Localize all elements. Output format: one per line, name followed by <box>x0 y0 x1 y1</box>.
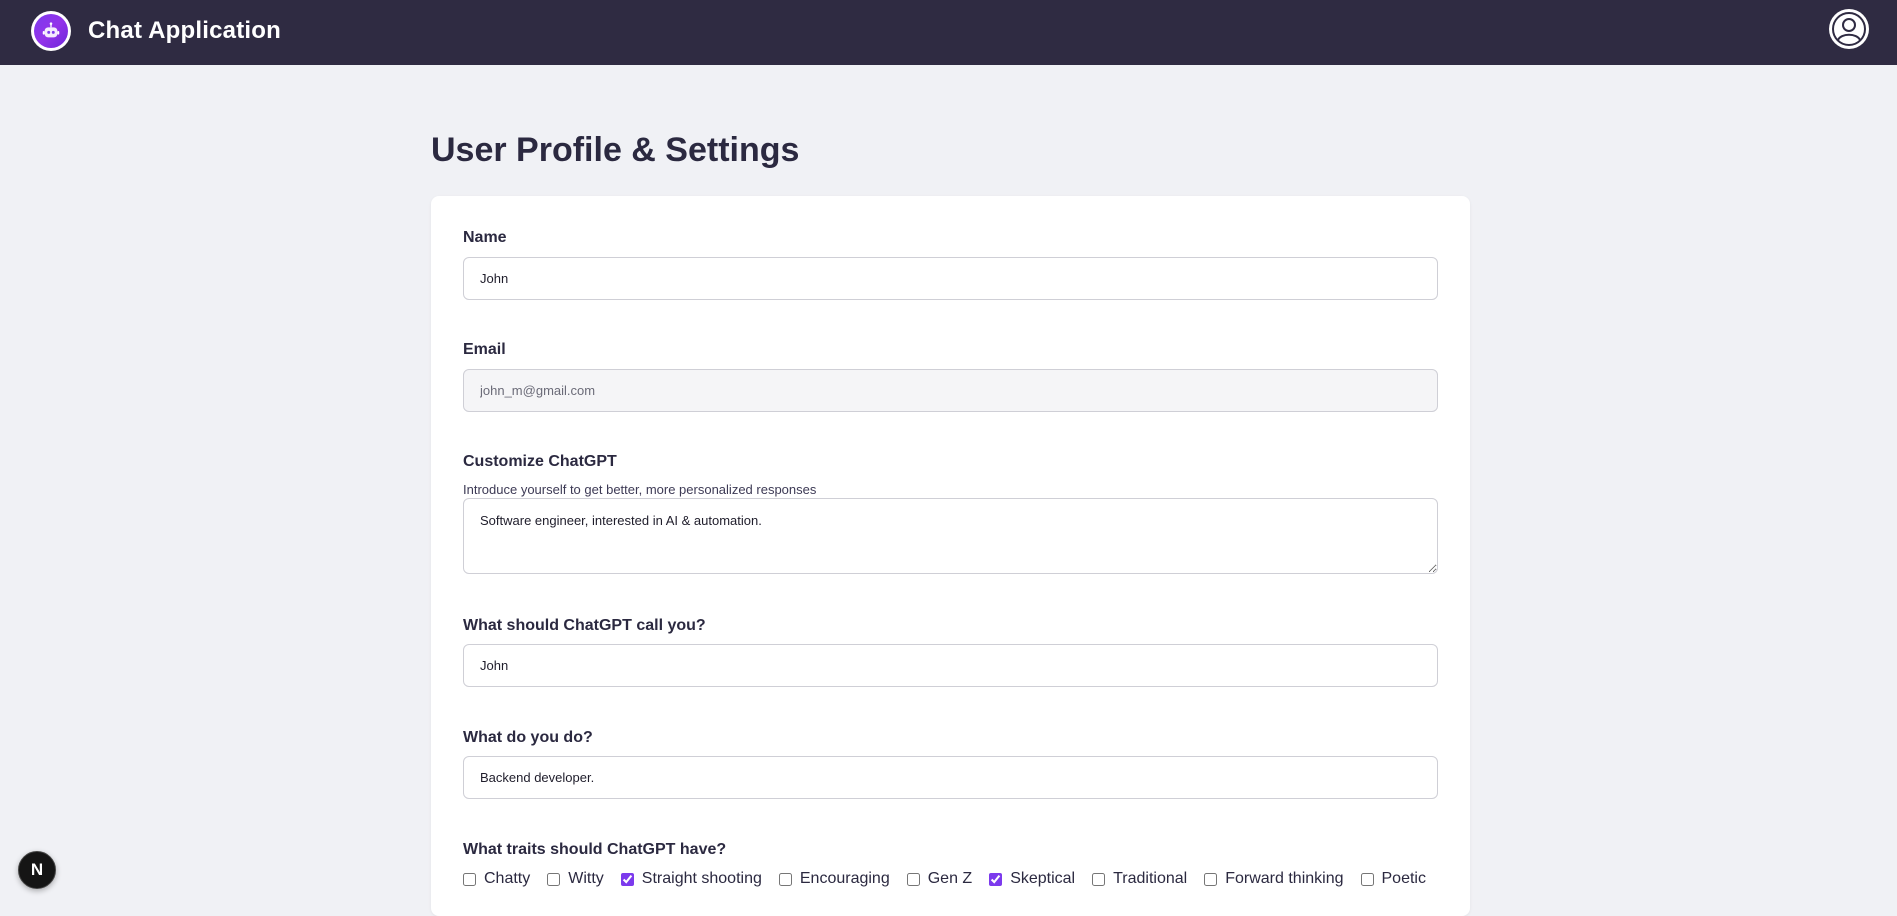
name-label: Name <box>463 229 507 246</box>
trait-label: Encouraging <box>799 870 890 887</box>
trait-witty[interactable]: Witty <box>547 870 604 888</box>
traits-label: What traits should ChatGPT have? <box>463 841 727 858</box>
trait-skeptical[interactable]: Skeptical <box>989 870 1075 888</box>
trait-gen-z[interactable]: Gen Z <box>906 870 973 888</box>
page-title: User Profile & Settings <box>431 131 800 169</box>
occupation-input[interactable] <box>463 756 1438 799</box>
nextjs-dev-badge[interactable]: N <box>18 851 56 889</box>
traits-checkbox-group: Chatty Witty Straight shooting Encouragi… <box>463 870 1426 888</box>
trait-encouraging[interactable]: Encouraging <box>778 870 890 888</box>
trait-label: Traditional <box>1113 870 1188 887</box>
trait-chatty[interactable]: Chatty <box>463 870 530 888</box>
user-avatar-icon[interactable] <box>1829 9 1869 49</box>
name-input[interactable] <box>463 257 1438 300</box>
trait-label: Witty <box>568 870 604 887</box>
email-input[interactable] <box>463 369 1438 412</box>
robot-logo-icon[interactable] <box>31 11 71 51</box>
trait-checkbox[interactable] <box>1204 872 1218 886</box>
email-label: Email <box>463 341 506 358</box>
trait-checkbox[interactable] <box>463 872 476 886</box>
customize-label: Customize ChatGPT <box>463 453 617 470</box>
trait-checkbox[interactable] <box>1360 872 1374 886</box>
trait-checkbox[interactable] <box>547 872 561 886</box>
trait-traditional[interactable]: Traditional <box>1092 870 1187 888</box>
trait-checkbox[interactable] <box>778 872 792 886</box>
trait-label: Gen Z <box>927 870 973 887</box>
trait-forward-thinking[interactable]: Forward thinking <box>1204 870 1344 888</box>
customize-textarea[interactable]: Software engineer, interested in AI & au… <box>463 498 1438 574</box>
trait-checkbox[interactable] <box>1092 872 1106 886</box>
app-title[interactable]: Chat Application <box>88 17 281 45</box>
trait-checkbox[interactable] <box>906 872 920 886</box>
nickname-label: What should ChatGPT call you? <box>463 617 706 634</box>
nickname-input[interactable] <box>463 644 1438 687</box>
trait-checkbox[interactable] <box>989 872 1003 886</box>
top-navbar: Chat Application <box>0 0 1897 65</box>
trait-label: Straight shooting <box>641 870 762 887</box>
customize-hint: Introduce yourself to get better, more p… <box>463 482 817 497</box>
trait-label: Skeptical <box>1010 870 1076 887</box>
trait-label: Poetic <box>1381 870 1426 887</box>
occupation-label: What do you do? <box>463 729 593 746</box>
settings-card: Name Email Customize ChatGPT Introduce y… <box>431 196 1470 916</box>
trait-label: Chatty <box>484 870 531 887</box>
trait-label: Forward thinking <box>1225 870 1344 887</box>
trait-straight-shooting[interactable]: Straight shooting <box>620 870 762 888</box>
trait-poetic[interactable]: Poetic <box>1360 870 1426 888</box>
trait-checkbox[interactable] <box>620 872 634 886</box>
